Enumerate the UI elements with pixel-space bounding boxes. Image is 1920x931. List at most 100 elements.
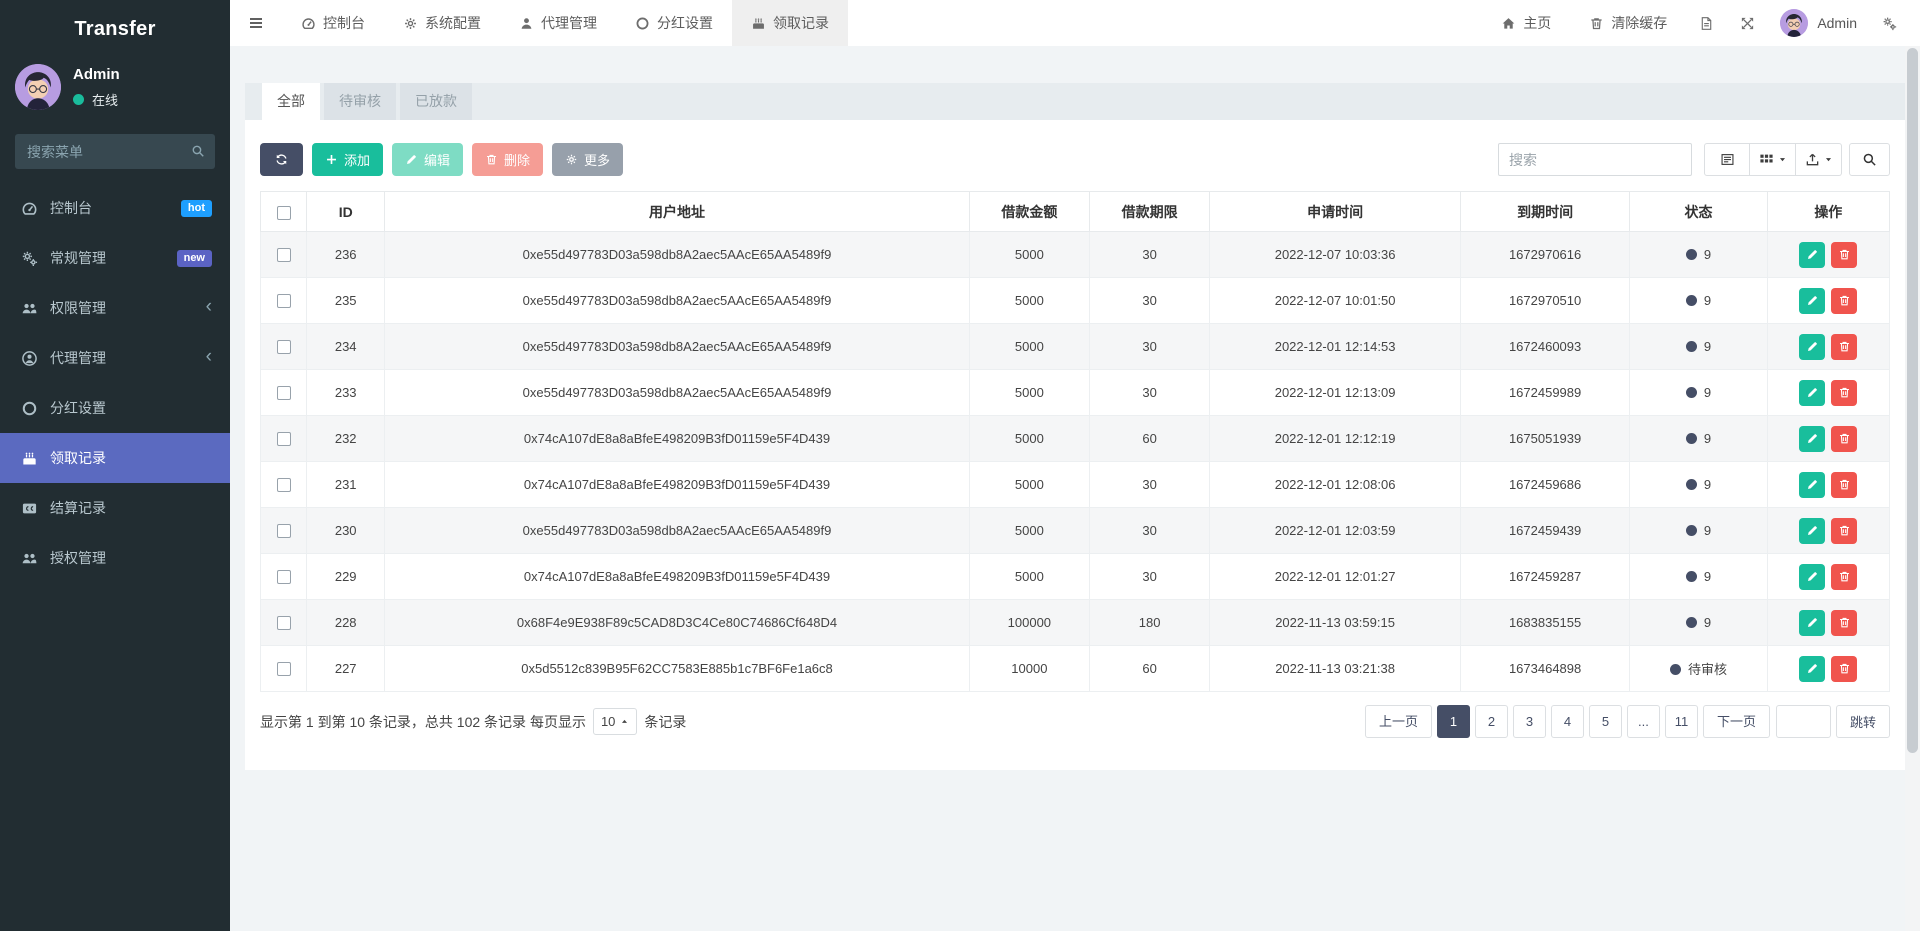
cell-status: 9 [1630,278,1767,324]
delete-button[interactable]: 删除 [472,143,543,176]
row-checkbox[interactable] [277,616,291,630]
edit-row-button[interactable] [1799,518,1825,544]
table-search-input[interactable] [1498,143,1692,176]
next-page-button[interactable]: 下一页 [1703,705,1770,738]
edit-row-button[interactable] [1799,380,1825,406]
page-button-1[interactable]: 1 [1437,705,1470,738]
export-button[interactable] [1796,143,1842,176]
more-button[interactable]: 更多 [552,143,623,176]
edit-row-button[interactable] [1799,288,1825,314]
filter-tabs: 全部待审核已放款 [245,83,1905,120]
delete-row-button[interactable] [1831,656,1857,682]
sidebar-item-general[interactable]: 常规管理new [0,233,230,283]
page-button-3[interactable]: 3 [1513,705,1546,738]
cell-id: 236 [307,232,385,278]
home-link[interactable]: 主页 [1482,13,1570,33]
column-header-6[interactable]: 状态 [1630,192,1767,232]
topnav-item-dashboard[interactable]: 控制台 [282,0,384,46]
edit-row-button[interactable] [1799,334,1825,360]
row-checkbox[interactable] [277,478,291,492]
advanced-search-button[interactable] [1849,143,1890,176]
page-button-4[interactable]: 4 [1551,705,1584,738]
edit-row-button[interactable] [1799,472,1825,498]
clear-cache-button[interactable]: 清除缓存 [1570,13,1686,33]
delete-row-button[interactable] [1831,610,1857,636]
column-header-2[interactable]: 借款金额 [969,192,1089,232]
fullscreen-button[interactable] [1727,16,1768,31]
sidebar-item-settlement[interactable]: 结算记录 [0,483,230,533]
page-size-dropdown[interactable]: 10 [593,708,637,735]
select-all-checkbox[interactable] [277,206,291,220]
row-checkbox[interactable] [277,294,291,308]
columns-button[interactable] [1750,143,1796,176]
detail-view-button[interactable] [1704,143,1750,176]
tab-pending[interactable]: 待审核 [324,83,396,120]
column-header-3[interactable]: 借款期限 [1090,192,1210,232]
cell-address: 0x68F4e9E938F89c5CAD8D3C4Ce80C74686Cf648… [385,600,969,646]
cell-text: 2022-11-13 03:59:15 [1275,615,1395,630]
jump-button[interactable]: 跳转 [1836,705,1890,738]
cell-status: 9 [1630,508,1767,554]
cake-icon [21,450,38,467]
column-header-7[interactable]: 操作 [1767,192,1889,232]
edit-button[interactable]: 编辑 [392,143,463,176]
jump-page-input[interactable] [1776,705,1831,738]
sidebar-item-agent[interactable]: 代理管理‹ [0,333,230,383]
cell-apply_time: 2022-12-01 12:01:27 [1210,554,1461,600]
delete-row-button[interactable] [1831,426,1857,452]
topnav-item-records[interactable]: 领取记录 [732,0,848,46]
sidebar-item-dashboard[interactable]: 控制台hot [0,183,230,233]
sidebar-item-dividend[interactable]: 分红设置 [0,383,230,433]
navbar-right: 主页 清除缓存 Admin [1482,0,1920,46]
row-checkbox[interactable] [277,340,291,354]
tab-released[interactable]: 已放款 [400,83,472,120]
tab-all[interactable]: 全部 [262,83,320,120]
row-checkbox[interactable] [277,248,291,262]
sidebar-item-collect-records[interactable]: 领取记录 [0,433,230,483]
row-checkbox[interactable] [277,662,291,676]
delete-row-button[interactable] [1831,288,1857,314]
column-header-0[interactable]: ID [307,192,385,232]
row-select-cell [261,324,307,370]
column-header-1[interactable]: 用户地址 [385,192,969,232]
row-checkbox[interactable] [277,570,291,584]
list-icon [1720,152,1735,167]
delete-row-button[interactable] [1831,242,1857,268]
cell-id: 232 [307,416,385,462]
scrollbar-thumb[interactable] [1907,48,1918,753]
topnav-item-dividend[interactable]: 分红设置 [616,0,732,46]
row-checkbox[interactable] [277,386,291,400]
page-button-11[interactable]: 11 [1665,705,1698,738]
column-header-5[interactable]: 到期时间 [1460,192,1629,232]
menu-search-input[interactable] [15,134,215,169]
edit-row-button[interactable] [1799,564,1825,590]
row-checkbox[interactable] [277,432,291,446]
column-header-4[interactable]: 申请时间 [1210,192,1461,232]
topnav-item-agent[interactable]: 代理管理 [500,0,616,46]
delete-row-button[interactable] [1831,380,1857,406]
edit-row-button[interactable] [1799,610,1825,636]
sidebar-toggle-button[interactable] [230,0,282,46]
row-checkbox[interactable] [277,524,291,538]
user-menu[interactable]: Admin [1768,9,1869,37]
topnav-item-system-config[interactable]: 系统配置 [384,0,500,46]
page-button-5[interactable]: 5 [1589,705,1622,738]
delete-row-button[interactable] [1831,518,1857,544]
edit-row-button[interactable] [1799,426,1825,452]
sidebar-item-authorization[interactable]: 授权管理 [0,533,230,583]
delete-row-button[interactable] [1831,334,1857,360]
delete-row-button[interactable] [1831,472,1857,498]
delete-row-button[interactable] [1831,564,1857,590]
edit-row-button[interactable] [1799,656,1825,682]
prev-page-button[interactable]: 上一页 [1365,705,1432,738]
sidebar-item-permission[interactable]: 权限管理‹ [0,283,230,333]
cell-apply_time: 2022-11-13 03:59:15 [1210,600,1461,646]
page-button-2[interactable]: 2 [1475,705,1508,738]
cell-expire_time: 1683835155 [1460,600,1629,646]
refresh-button[interactable] [260,143,303,176]
trash-icon [1838,570,1851,583]
settings-button[interactable] [1869,16,1910,31]
add-button[interactable]: 添加 [312,143,383,176]
language-button[interactable] [1686,16,1727,31]
edit-row-button[interactable] [1799,242,1825,268]
